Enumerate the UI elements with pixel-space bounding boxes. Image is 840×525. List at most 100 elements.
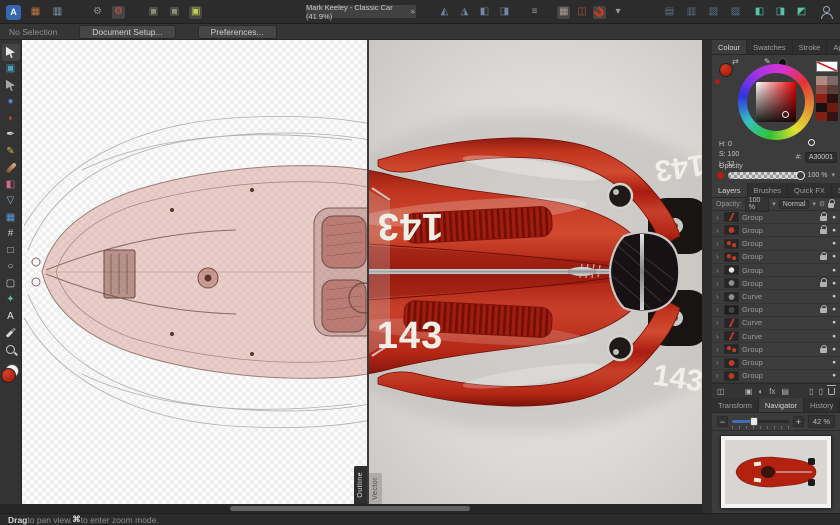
layer-visibility-dot[interactable]: ●	[832, 267, 836, 274]
document-setup-button[interactable]: Document Setup...	[79, 24, 176, 39]
export-persona-button[interactable]: ▥	[50, 5, 65, 20]
layer-visibility-dot[interactable]: ●	[832, 346, 836, 353]
rectangle-tool[interactable]: □	[2, 242, 20, 259]
layer-row-8[interactable]: › Curve ●	[712, 317, 840, 331]
layer-row-3[interactable]: › Group ●	[712, 251, 840, 264]
move-to-front-button[interactable]: ▤	[662, 5, 677, 20]
pixel-persona-button[interactable]: ▦	[28, 5, 43, 20]
document-title-dropdown[interactable]: Mark Keeley - Classic Car (41.9%) ∗	[305, 3, 417, 21]
layer-lock-icon[interactable]	[820, 278, 828, 287]
rounded-rectangle-tool[interactable]: ▢	[2, 275, 20, 292]
layers-tab-brushes[interactable]: Brushes	[748, 183, 789, 197]
edit-all-layers-button[interactable]: ◫	[717, 387, 725, 396]
zoom-value[interactable]: 42 %	[807, 415, 835, 428]
expand-chevron-icon[interactable]: ›	[716, 279, 721, 288]
insert-behind-button[interactable]: ◧	[752, 5, 767, 20]
snap-grid-button[interactable]: ▦	[556, 4, 572, 20]
layer-row-0[interactable]: › Group ●	[712, 211, 840, 225]
snapping-options-chevron[interactable]: ▾	[610, 5, 625, 20]
zoom-in-button[interactable]: +	[792, 416, 804, 427]
colour-chip-0[interactable]	[816, 76, 827, 85]
pen-tool[interactable]: ✒	[2, 127, 20, 144]
split-view-divider[interactable]	[367, 40, 369, 504]
colour-chip-7[interactable]	[827, 103, 838, 112]
layers-tab-quick-fx[interactable]: Quick FX	[788, 183, 832, 197]
layers-tab-styles[interactable]: Styles	[832, 183, 840, 197]
expand-chevron-icon[interactable]: ›	[716, 239, 721, 248]
layers-opacity-chevron[interactable]: ▾	[772, 200, 776, 208]
colour-chip-2[interactable]	[816, 85, 827, 94]
insert-on-top-button[interactable]: ◩	[794, 5, 809, 20]
colour-chip-5[interactable]	[827, 94, 838, 103]
layer-visibility-dot[interactable]: ●	[832, 359, 836, 366]
split-tab-outline[interactable]: Outline	[354, 466, 367, 504]
layer-row-11[interactable]: › Group ●	[712, 357, 840, 370]
colour-tab-colour[interactable]: Colour	[712, 40, 748, 54]
navigator-tab-history[interactable]: History	[804, 398, 840, 412]
expand-chevron-icon[interactable]: ›	[716, 332, 721, 341]
horizontal-scrollbar-thumb[interactable]	[230, 506, 470, 511]
move-backward-button[interactable]: ▧	[706, 5, 721, 20]
blend-options-gear-icon[interactable]: ⚙	[819, 200, 825, 208]
layer-row-2[interactable]: › Group ●	[712, 237, 840, 251]
colour-tab-appearance[interactable]: Appearance	[827, 40, 840, 54]
colour-chip-6[interactable]	[816, 103, 827, 112]
zoom-slider[interactable]	[732, 417, 789, 429]
rotate-ccw-button[interactable]: ◧	[477, 5, 492, 20]
artboard-tool[interactable]: ▣	[2, 61, 20, 78]
insert-layer-button[interactable]: ▯	[819, 387, 823, 396]
saturation-lightness-square[interactable]	[756, 82, 796, 122]
sl-selector-dot[interactable]	[782, 111, 789, 118]
expand-chevron-icon[interactable]: ›	[716, 358, 721, 367]
navigator-tab-navigator[interactable]: Navigator	[758, 398, 805, 412]
rotate-cw-button[interactable]: ◨	[497, 5, 512, 20]
place-image-tool[interactable]: ▦	[2, 209, 20, 226]
layer-effects-button[interactable]: fx	[769, 387, 775, 396]
colour-chip-4[interactable]	[816, 94, 827, 103]
zoom-tool[interactable]	[2, 341, 20, 358]
layer-lock-icon[interactable]	[820, 344, 828, 353]
colour-chip-3[interactable]	[827, 85, 838, 94]
blend-mode-chevron[interactable]: ▾	[812, 200, 816, 208]
draw-persona-button[interactable]: A	[6, 4, 21, 20]
layers-tab-layers[interactable]: Layers	[712, 183, 748, 197]
settings-gear-button[interactable]: ⚙	[90, 5, 105, 20]
delete-layer-button[interactable]	[826, 385, 836, 396]
flip-vertical-button[interactable]: ◮	[457, 5, 472, 20]
no-colour-swatch[interactable]	[816, 61, 838, 72]
shape-tool[interactable]: ✦	[2, 292, 20, 309]
lock-layer-icon[interactable]	[828, 199, 835, 208]
navigator-tab-transform[interactable]: Transform	[712, 398, 759, 412]
layer-visibility-dot[interactable]: ●	[832, 319, 836, 326]
layer-lock-icon[interactable]	[820, 251, 828, 261]
layer-visibility-dot[interactable]: ●	[832, 253, 836, 260]
expand-chevron-icon[interactable]: ›	[716, 252, 721, 261]
horizontal-scrollbar[interactable]	[0, 504, 702, 513]
fill-stroke-indicator[interactable]	[1, 363, 20, 383]
expand-chevron-icon[interactable]: ›	[716, 266, 721, 275]
layer-row-7[interactable]: › Group ●	[712, 304, 840, 317]
expand-chevron-icon[interactable]: ›	[716, 226, 721, 235]
flip-horizontal-button[interactable]: ◭	[437, 5, 452, 20]
layer-visibility-dot[interactable]: ●	[832, 240, 836, 247]
fill-tool[interactable]: ◧	[2, 176, 20, 193]
canvas-viewport[interactable]: 143 143 143 143 Outline Vector	[22, 40, 702, 504]
pencil-tool[interactable]: ✎	[2, 143, 20, 160]
colour-chip-9[interactable]	[827, 112, 838, 121]
colour-chip-8[interactable]	[816, 112, 827, 121]
expand-chevron-icon[interactable]: ›	[716, 318, 721, 327]
layer-visibility-dot[interactable]: ●	[832, 293, 836, 300]
ellipse-tool[interactable]: ○	[2, 259, 20, 276]
hue-selector-dot[interactable]	[808, 139, 815, 146]
swap-fill-stroke-icon[interactable]: ⇄	[732, 57, 739, 66]
zoom-slider-knob[interactable]	[750, 417, 759, 426]
node-tool[interactable]	[2, 77, 20, 94]
layer-row-10[interactable]: › Group ●	[712, 343, 840, 357]
layer-row-9[interactable]: › Curve ●	[712, 330, 840, 344]
select-mode-handles-button[interactable]: ▣	[188, 4, 204, 20]
split-tab-vector[interactable]: Vector	[369, 473, 382, 504]
opacity-slider-knob[interactable]	[795, 170, 805, 180]
canvas-artwork[interactable]: 143 143 143 143	[22, 40, 702, 504]
artistic-text-tool[interactable]: A	[2, 308, 20, 325]
layers-opacity-value[interactable]: 100 %	[744, 196, 770, 212]
